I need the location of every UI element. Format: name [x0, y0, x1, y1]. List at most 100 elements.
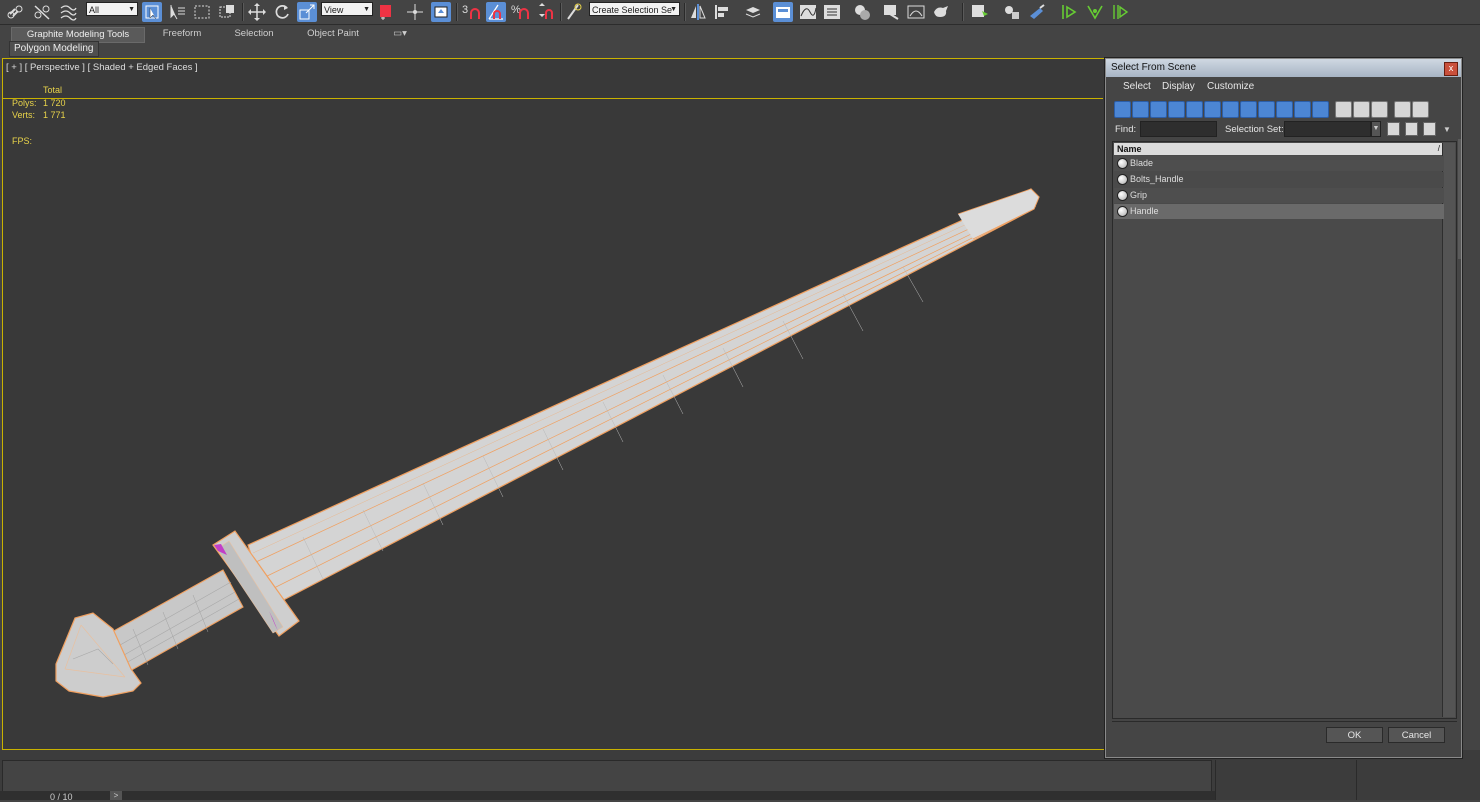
scene-explorer-icon[interactable] — [970, 2, 990, 22]
pivot-center-icon[interactable] — [377, 2, 397, 22]
selection-set-input[interactable] — [1284, 121, 1371, 137]
close-icon[interactable]: x — [1444, 62, 1458, 76]
menu-display[interactable]: Display — [1162, 81, 1195, 92]
selection-filter-dropdown[interactable]: All ▼ — [86, 2, 138, 16]
menu-customize[interactable]: Customize — [1207, 81, 1254, 92]
time-slider[interactable] — [0, 791, 1215, 800]
list-item-selected[interactable]: Handle — [1114, 204, 1444, 219]
select-by-name-icon[interactable] — [167, 2, 187, 22]
display-geometry-icon[interactable] — [1114, 101, 1131, 118]
filter-toolbar — [1112, 100, 1455, 120]
schematic-view-icon[interactable] — [822, 2, 842, 22]
toolbar-separator — [560, 3, 562, 21]
chevron-down-icon[interactable]: ▼ — [1371, 121, 1381, 137]
tab-object-paint[interactable]: Object Paint — [298, 27, 368, 41]
link-icon[interactable] — [6, 2, 26, 22]
display-hidden-icon[interactable] — [1312, 101, 1329, 118]
list-scrollbar[interactable] — [1442, 143, 1455, 717]
select-and-manipulate-icon[interactable] — [405, 2, 425, 22]
select-invert-icon[interactable] — [1371, 101, 1388, 118]
column-header-label: Name — [1117, 144, 1142, 154]
rectangular-selection-icon[interactable] — [192, 2, 212, 22]
filter-options-icon[interactable] — [1412, 101, 1429, 118]
set-key-icon[interactable] — [1059, 2, 1079, 22]
rotate-icon[interactable] — [272, 2, 292, 22]
chevron-down-icon: ▼ — [128, 6, 135, 13]
display-containers-icon[interactable] — [1276, 101, 1293, 118]
select-all-icon[interactable] — [1335, 101, 1352, 118]
ribbon: Graphite Modeling Tools Freeform Selecti… — [0, 25, 1480, 57]
tab-freeform[interactable]: Freeform — [150, 27, 214, 41]
scale-icon[interactable] — [297, 2, 317, 22]
sword-model[interactable] — [3, 59, 1209, 749]
key-filters-icon[interactable] — [1110, 2, 1130, 22]
edit-named-selection-icon[interactable] — [564, 2, 584, 22]
list-item-label: Handle — [1130, 206, 1159, 216]
brush-icon[interactable] — [1027, 2, 1047, 22]
reference-coordinate-dropdown[interactable]: View ▼ — [321, 2, 373, 16]
display-groups-icon[interactable] — [1222, 101, 1239, 118]
scene-object-list[interactable]: Name / Blade Bolts_Handle Grip Handle — [1112, 141, 1457, 719]
display-lights-icon[interactable] — [1150, 101, 1167, 118]
name-column-header[interactable]: Name / — [1114, 143, 1444, 155]
dialog-resize-grip[interactable] — [1458, 139, 1461, 259]
dialog-titlebar[interactable]: Select From Scene — [1106, 59, 1461, 77]
display-xrefs-icon[interactable] — [1240, 101, 1257, 118]
window-crossing-icon[interactable] — [217, 2, 237, 22]
objects-icon[interactable] — [1002, 2, 1022, 22]
keyboard-shortcut-override-icon[interactable] — [431, 2, 451, 22]
render-production-icon[interactable] — [931, 2, 951, 22]
blade-mesh[interactable] — [247, 188, 1040, 609]
create-selection-set-icon[interactable] — [1405, 122, 1418, 136]
angle-snap-icon[interactable] — [486, 2, 506, 22]
display-helpers-icon[interactable] — [1186, 101, 1203, 118]
select-from-scene-dialog: Select From Scene x Select Display Custo… — [1105, 58, 1462, 758]
selection-set-label: Selection Set: — [1225, 124, 1284, 135]
panel-divider — [1356, 760, 1357, 800]
display-frozen-icon[interactable] — [1294, 101, 1311, 118]
display-cameras-icon[interactable] — [1168, 101, 1185, 118]
unlink-icon[interactable] — [32, 2, 52, 22]
select-object-icon[interactable] — [142, 2, 162, 22]
list-item-label: Blade — [1130, 158, 1154, 168]
display-bones-icon[interactable] — [1258, 101, 1275, 118]
list-item-label: Bolts_Handle — [1130, 174, 1184, 184]
render-setup-icon[interactable] — [881, 2, 901, 22]
menu-select[interactable]: Select — [1123, 81, 1151, 92]
layer-manager-icon[interactable] — [743, 2, 763, 22]
perspective-viewport[interactable]: [ + ] [ Perspective ] [ Shaded + Edged F… — [2, 58, 1210, 750]
graphite-toggle-icon[interactable] — [773, 2, 793, 22]
auto-key-icon[interactable] — [1085, 2, 1105, 22]
rendered-frame-window-icon[interactable] — [906, 2, 926, 22]
spinner-snap-icon[interactable] — [535, 2, 555, 22]
select-none-icon[interactable] — [1353, 101, 1370, 118]
cancel-button[interactable]: Cancel — [1388, 727, 1445, 743]
display-space-warps-icon[interactable] — [1204, 101, 1221, 118]
find-input[interactable] — [1140, 121, 1217, 137]
remove-selection-set-icon[interactable] — [1423, 122, 1436, 136]
bind-space-warp-icon[interactable] — [58, 2, 78, 22]
named-selection-dropdown[interactable]: Create Selection Se ▼ — [589, 2, 680, 16]
snap-toggle-icon[interactable]: 3 — [461, 2, 481, 22]
move-icon[interactable] — [247, 2, 267, 22]
track-bar[interactable] — [2, 760, 1212, 792]
percent-snap-icon[interactable]: % — [510, 2, 530, 22]
frame-counter: 0 / 10 — [50, 792, 73, 802]
ok-button[interactable]: OK — [1326, 727, 1383, 743]
tab-selection[interactable]: Selection — [222, 27, 286, 41]
list-item[interactable]: Bolts_Handle — [1114, 172, 1444, 187]
mirror-icon[interactable] — [688, 2, 708, 22]
edit-selection-set-icon[interactable] — [1387, 122, 1400, 136]
curve-editor-icon[interactable] — [798, 2, 818, 22]
material-editor-icon[interactable] — [852, 2, 872, 22]
list-item[interactable]: Grip — [1114, 188, 1444, 203]
next-frame-button[interactable]: > — [110, 791, 122, 800]
tab-polygon-modeling[interactable]: Polygon Modeling — [9, 41, 99, 57]
list-item[interactable]: Blade — [1114, 156, 1444, 171]
ribbon-options-button[interactable]: ▭▾ — [388, 27, 412, 41]
main-toolbar: All ▼ View ▼ 3 % Create Selection Se ▼ — [0, 0, 1480, 25]
display-shapes-icon[interactable] — [1132, 101, 1149, 118]
filter-icon[interactable] — [1394, 101, 1411, 118]
chevron-down-icon[interactable]: ▼ — [1443, 125, 1451, 134]
align-icon[interactable] — [713, 2, 733, 22]
